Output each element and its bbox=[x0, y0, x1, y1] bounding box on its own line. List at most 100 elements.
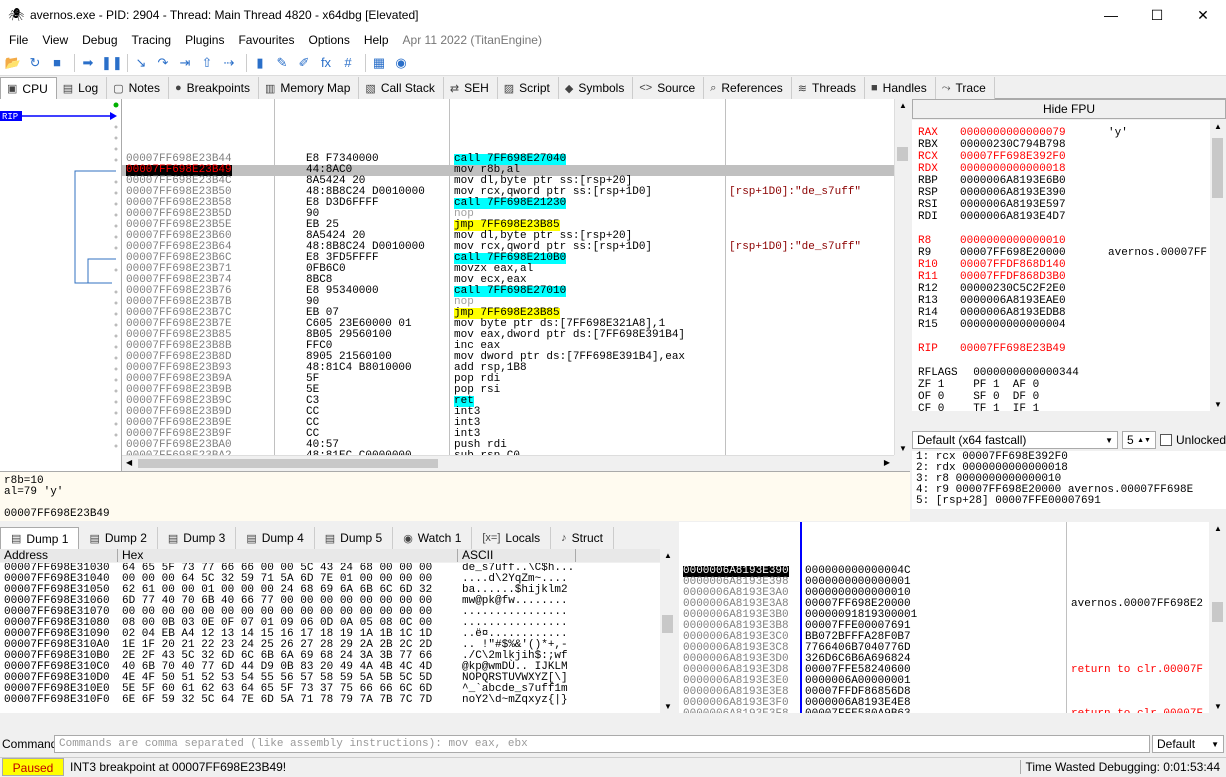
script-icon[interactable]: ✐ bbox=[295, 54, 313, 72]
register-row[interactable]: RFLAGS 0000000000000344 bbox=[912, 368, 1210, 380]
tab-breakpoints[interactable]: ● Breakpoints bbox=[168, 77, 259, 99]
register-row[interactable]: CF 0 TF 1 IF 1 bbox=[912, 404, 1210, 412]
arguments-view[interactable]: 1: rcx 00007FF698E392F0 2: rdx 0000000000… bbox=[912, 451, 1226, 509]
run-to-user-code-icon[interactable]: ⇧ bbox=[198, 54, 216, 72]
tab-dump-3[interactable]: ▤ Dump 3 bbox=[157, 527, 237, 549]
tab-dump-2[interactable]: ▤ Dump 2 bbox=[79, 527, 158, 549]
disassembly-view[interactable]: 00007FF698E23B44 E8 F7340000 call 7FF698E2… bbox=[122, 99, 894, 455]
scroll-thumb[interactable] bbox=[138, 459, 438, 468]
step-over-icon[interactable]: ↷ bbox=[154, 54, 172, 72]
breakpoint-icon[interactable]: ▮ bbox=[251, 54, 269, 72]
tab-notes[interactable]: ▢ Notes bbox=[107, 77, 169, 99]
disasm-vertical-scrollbar[interactable]: ▲ ▼ bbox=[894, 99, 910, 455]
tab-source[interactable]: <> Source bbox=[633, 77, 705, 99]
restart-icon[interactable]: ↻ bbox=[26, 54, 44, 72]
hide-fpu-button[interactable]: Hide FPU bbox=[912, 99, 1226, 119]
unlocked-checkbox[interactable] bbox=[1159, 434, 1172, 446]
stack-view[interactable]: 0000006A8193E390 000000000000004C 0000006A… bbox=[679, 522, 1209, 713]
dump-scrollbar[interactable]: ▲ ▼ bbox=[660, 549, 676, 713]
register-row[interactable]: RDI 0000006A8193E4D7 bbox=[912, 212, 1210, 224]
pause-icon[interactable]: ❚❚ bbox=[101, 54, 123, 72]
tab-threads[interactable]: ≋ Threads bbox=[791, 77, 866, 99]
run-icon[interactable]: ➡ bbox=[79, 54, 97, 72]
dump-row[interactable]: 00007FF698E310F0 6E 6F 59 32 5C 64 7E 6D … bbox=[0, 695, 660, 706]
step-into-icon[interactable]: ↘ bbox=[132, 54, 150, 72]
tab-seh[interactable]: ⇄ SEH bbox=[443, 77, 498, 99]
hex-dump-view[interactable]: 00007FF698E31030 64 65 5F 73 77 66 66 00 … bbox=[0, 563, 660, 713]
hash-icon[interactable]: # bbox=[339, 54, 357, 72]
menu-options[interactable]: Options bbox=[301, 33, 356, 47]
ascii-header[interactable]: ASCII bbox=[458, 549, 576, 562]
disasm-row[interactable]: 00007FF698E23B85 8B05 29560100 mov eax,dwo… bbox=[122, 330, 894, 341]
command-input[interactable]: Commands are comma separated (like assem… bbox=[54, 735, 1150, 753]
scroll-thumb[interactable] bbox=[897, 147, 908, 161]
disasm-row[interactable]: 00007FF698E23B9F CC int3 bbox=[122, 429, 894, 440]
tab-struct[interactable]: ♪ Struct bbox=[551, 527, 614, 549]
menu-file[interactable]: File bbox=[2, 33, 35, 47]
menu-tracing[interactable]: Tracing bbox=[125, 33, 179, 47]
tab-trace[interactable]: ⤳ Trace bbox=[935, 77, 995, 99]
tab-log[interactable]: ▤ Log bbox=[56, 77, 108, 99]
scroll-down-icon[interactable]: ▼ bbox=[1214, 702, 1222, 711]
scroll-up-icon[interactable]: ▲ bbox=[1214, 524, 1222, 533]
breakpoint-dot-icon[interactable] bbox=[113, 102, 119, 108]
registers-view[interactable]: RAX 0000000000000079 'y' RBX 00000230C794B79… bbox=[912, 120, 1210, 411]
close-button[interactable]: ✕ bbox=[1180, 0, 1226, 30]
register-row[interactable]: R15 0000000000000004 bbox=[912, 320, 1210, 332]
scroll-thumb[interactable] bbox=[662, 615, 673, 633]
minimize-button[interactable]: — bbox=[1088, 0, 1134, 30]
menu-debug[interactable]: Debug bbox=[75, 33, 124, 47]
open-icon[interactable]: 📂 bbox=[4, 54, 22, 72]
scroll-down-icon[interactable]: ▼ bbox=[899, 444, 907, 453]
tab-watch-1[interactable]: ◉ Watch 1 bbox=[393, 527, 473, 549]
stack-row[interactable]: 0000006A8193E3F8 00007FFE580A9B63 return t… bbox=[679, 709, 1209, 714]
scroll-down-icon[interactable]: ▼ bbox=[664, 702, 672, 711]
address-header[interactable]: Address bbox=[0, 549, 118, 562]
tab-dump-4[interactable]: ▤ Dump 4 bbox=[236, 527, 315, 549]
tab-dump-5[interactable]: ▤ Dump 5 bbox=[314, 527, 394, 549]
calculator-icon[interactable]: ▦ bbox=[370, 54, 388, 72]
tab-script[interactable]: ▨ Script bbox=[497, 77, 559, 99]
disasm-row[interactable]: 00007FF698E23B93 48:81C4 B8010000 add rsp,… bbox=[122, 363, 894, 374]
fx-icon[interactable]: fx bbox=[317, 54, 335, 72]
disasm-row[interactable]: 00007FF698E23B9D CC int3 bbox=[122, 407, 894, 418]
tab-call-stack[interactable]: ▧ Call Stack bbox=[359, 77, 444, 99]
scroll-up-icon[interactable]: ▲ bbox=[1214, 122, 1222, 131]
disasm-row[interactable]: 00007FF698E23B9A 5F pop rdi bbox=[122, 374, 894, 385]
register-row[interactable]: OF 0 SF 0 DF 0 bbox=[912, 392, 1210, 404]
trace-icon[interactable]: ⇢ bbox=[220, 54, 238, 72]
disasm-row[interactable]: 00007FF698E23B9C C3 ret bbox=[122, 396, 894, 407]
stop-icon[interactable]: ■ bbox=[48, 54, 66, 72]
stack-scrollbar[interactable]: ▲ ▼ bbox=[1210, 522, 1226, 713]
menu-favourites[interactable]: Favourites bbox=[231, 33, 301, 47]
disasm-row[interactable]: 00007FF698E23B76 E8 95340000 call 7FF698E2… bbox=[122, 286, 894, 297]
register-row[interactable]: RIP 00007FF698E23B49 bbox=[912, 344, 1210, 356]
tab-symbols[interactable]: ◆ Symbols bbox=[558, 77, 634, 99]
scroll-left-icon[interactable]: ◀ bbox=[126, 458, 132, 467]
command-mode-select[interactable]: Default ▼ bbox=[1152, 735, 1224, 753]
disasm-row[interactable]: 00007FF698E23B58 E8 D3D6FFFF call 7FF698E2… bbox=[122, 198, 894, 209]
register-row[interactable]: ZF 1 PF 1 AF 0 bbox=[912, 380, 1210, 392]
tab-locals[interactable]: [x=] Locals bbox=[472, 527, 552, 549]
menu-plugins[interactable]: Plugins bbox=[178, 33, 231, 47]
tab-references[interactable]: ⌕ References bbox=[704, 77, 792, 99]
tab-cpu[interactable]: ▣ CPU bbox=[0, 77, 57, 99]
argument-row[interactable]: 5: [rsp+28] 00007FFE00007691 bbox=[912, 496, 1226, 507]
maximize-button[interactable]: ☐ bbox=[1134, 0, 1180, 30]
tab-dump-1[interactable]: ▤ Dump 1 bbox=[0, 527, 80, 549]
disasm-horizontal-scrollbar[interactable]: ◀ ▶ bbox=[122, 455, 894, 471]
scroll-up-icon[interactable]: ▲ bbox=[664, 551, 672, 560]
tab-memory-map[interactable]: ▥ Memory Map bbox=[258, 77, 360, 99]
menu-view[interactable]: View bbox=[35, 33, 75, 47]
menu-help[interactable]: Help bbox=[357, 33, 396, 47]
hex-header[interactable]: Hex bbox=[118, 549, 458, 562]
execute-till-return-icon[interactable]: ⇥ bbox=[176, 54, 194, 72]
disasm-row[interactable]: 00007FF698E23B9E CC int3 bbox=[122, 418, 894, 429]
scroll-right-icon[interactable]: ▶ bbox=[884, 458, 890, 467]
scroll-thumb[interactable] bbox=[1212, 138, 1223, 198]
disasm-row[interactable]: 00007FF698E23B9B 5E pop rsi bbox=[122, 385, 894, 396]
calling-convention-select[interactable]: Default (x64 fastcall) ▼ bbox=[912, 431, 1118, 449]
arg-count-spinner[interactable]: 5 ▲▼ bbox=[1121, 431, 1156, 449]
scroll-down-icon[interactable]: ▼ bbox=[1214, 400, 1222, 409]
globe-icon[interactable]: ◉ bbox=[392, 54, 410, 72]
